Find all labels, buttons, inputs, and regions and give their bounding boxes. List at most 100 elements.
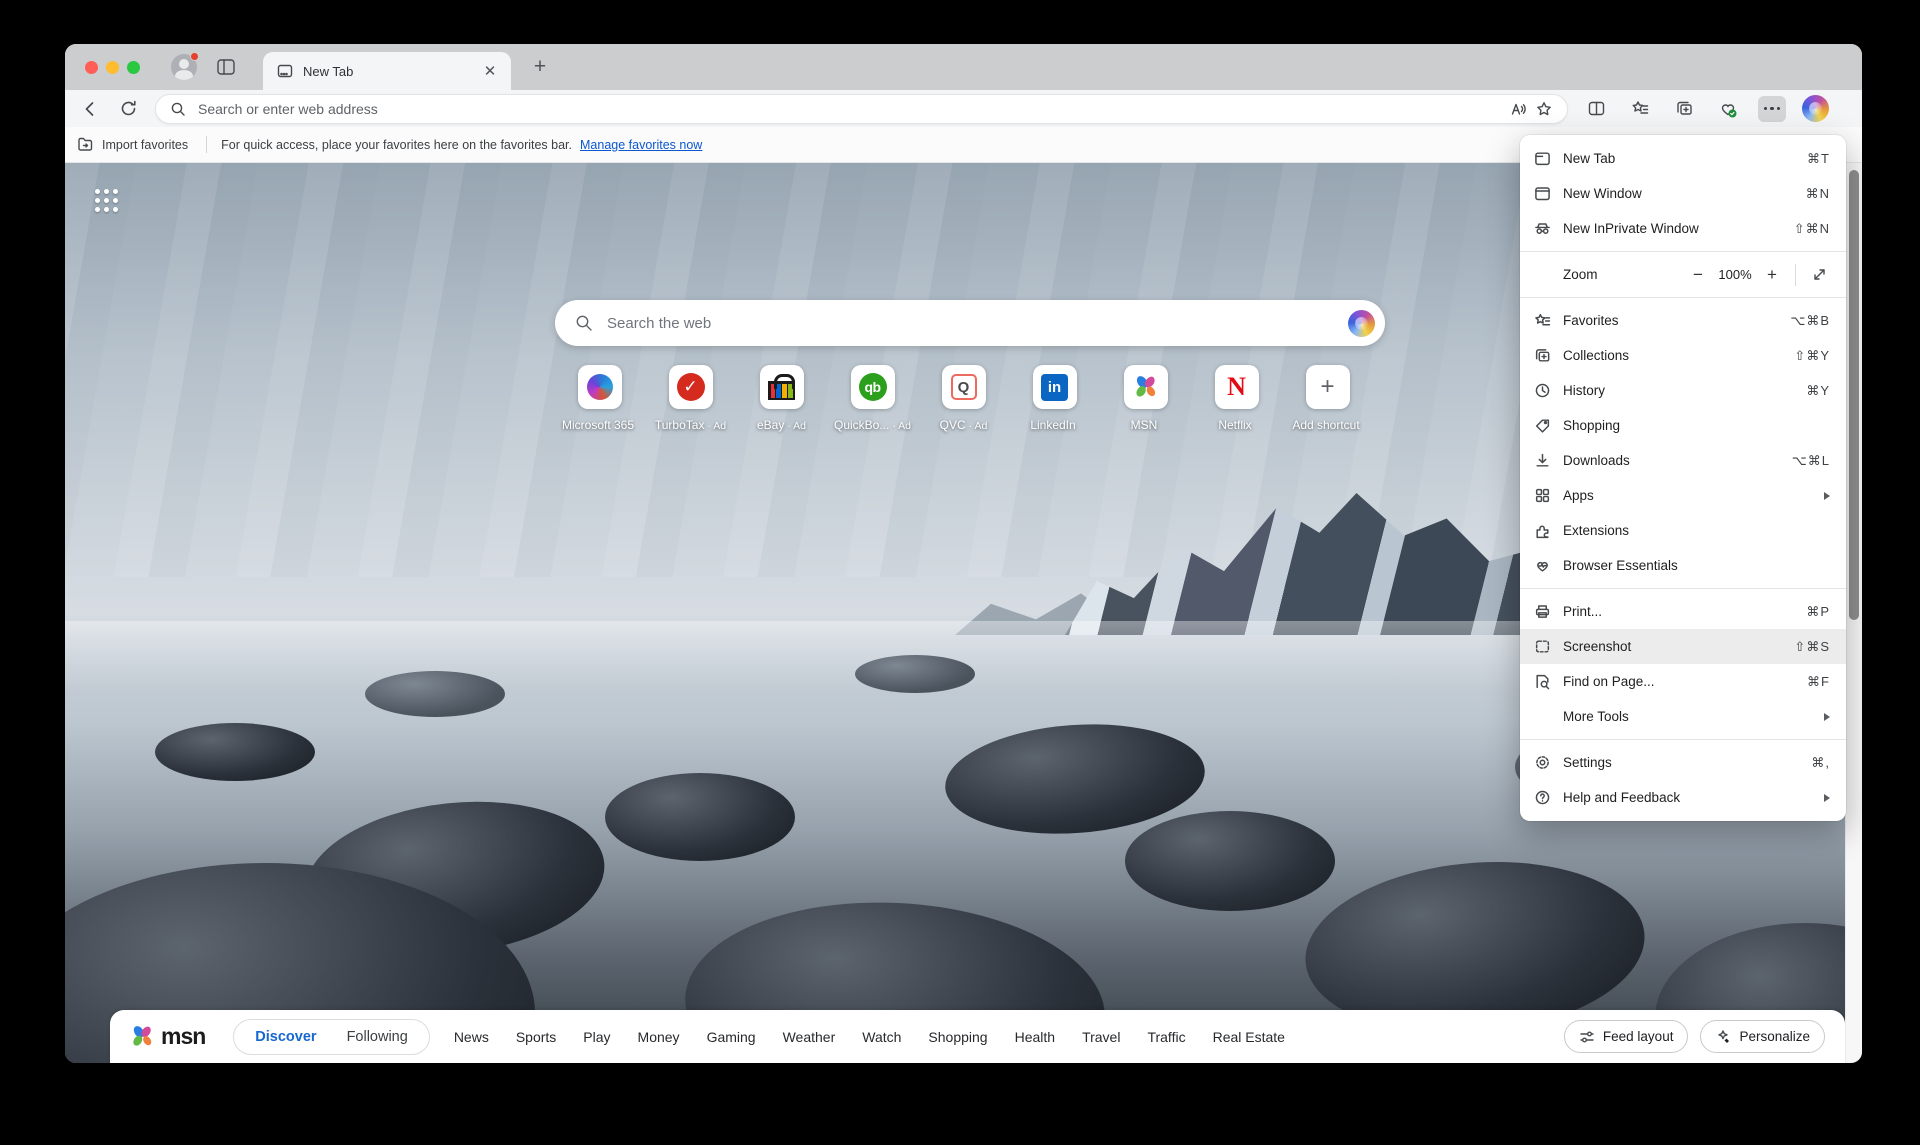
manage-favorites-link[interactable]: Manage favorites now [580, 138, 702, 152]
vertical-scrollbar[interactable] [1845, 163, 1862, 1063]
personalize-button[interactable]: Personalize [1700, 1020, 1825, 1053]
window-controls [85, 61, 140, 74]
shopping-icon [1534, 417, 1551, 434]
nav-link-watch[interactable]: Watch [862, 1029, 901, 1045]
copilot-icon[interactable] [1802, 95, 1829, 122]
more-tools-icon [1534, 708, 1551, 725]
tab-bar: New Tab ✕ + [65, 44, 1862, 90]
menu-item-favorites[interactable]: Favorites⌥⌘B [1520, 303, 1846, 338]
menu-item-new-window[interactable]: New Window⌘N [1520, 176, 1846, 211]
downloads-icon [1534, 452, 1551, 469]
shortcut-quickbooks[interactable]: qb QuickBo...· Ad [851, 365, 895, 432]
fullscreen-icon[interactable] [1806, 262, 1832, 288]
qvc-icon: Q [951, 374, 977, 400]
extensions-icon [1534, 522, 1551, 539]
minimize-window-button[interactable] [106, 61, 119, 74]
menu-item-new-inprivate-window[interactable]: New InPrivate Window⇧⌘N [1520, 211, 1846, 246]
shortcut-linkedin[interactable]: in LinkedIn [1033, 365, 1077, 432]
split-screen-icon[interactable] [1582, 96, 1610, 122]
find-on-page-icon [1534, 673, 1551, 690]
favorite-star-icon[interactable] [1531, 96, 1557, 122]
menu-item-downloads[interactable]: Downloads⌥⌘L [1520, 443, 1846, 478]
browser-essentials-icon[interactable] [1714, 96, 1742, 122]
scrollbar-thumb[interactable] [1849, 170, 1859, 620]
tab-icon [277, 63, 293, 79]
back-icon[interactable] [75, 95, 105, 123]
profile-avatar[interactable] [171, 54, 197, 80]
menu-item-find-on-page[interactable]: Find on Page...⌘F [1520, 664, 1846, 699]
collections-icon[interactable] [1670, 96, 1698, 122]
copilot-icon[interactable] [1348, 310, 1375, 337]
nav-link-real-estate[interactable]: Real Estate [1213, 1029, 1285, 1045]
address-bar[interactable] [155, 94, 1568, 124]
favbar-hint: For quick access, place your favorites h… [221, 138, 572, 152]
msn-logo[interactable]: msn [130, 1023, 205, 1050]
personalize-wand-icon [1715, 1029, 1731, 1045]
shortcut-qvc[interactable]: Q QVC· Ad [942, 365, 986, 432]
menu-item-more-tools[interactable]: More Tools [1520, 699, 1846, 734]
menu-item-extensions[interactable]: Extensions [1520, 513, 1846, 548]
shortcut-microsoft-365[interactable]: Microsoft 365 [578, 365, 622, 432]
app-launcher-icon[interactable] [95, 189, 118, 212]
tab-close-icon[interactable]: ✕ [479, 60, 501, 82]
zoom-in-button[interactable]: + [1759, 262, 1785, 288]
menu-item-help-and-feedback[interactable]: Help and Feedback [1520, 780, 1846, 815]
web-search-box[interactable] [555, 300, 1385, 346]
menu-item-apps[interactable]: Apps [1520, 478, 1846, 513]
new-tab-button[interactable]: + [527, 54, 553, 80]
zoom-out-button[interactable]: − [1685, 262, 1711, 288]
search-icon [170, 101, 186, 117]
browser-essentials-icon [1534, 557, 1551, 574]
close-window-button[interactable] [85, 61, 98, 74]
feed-layout-button[interactable]: Feed layout [1564, 1020, 1689, 1053]
menu-item-browser-essentials[interactable]: Browser Essentials [1520, 548, 1846, 583]
nav-link-money[interactable]: Money [638, 1029, 680, 1045]
tab-discover[interactable]: Discover [240, 1029, 331, 1045]
feed-mode-switch: Discover Following [233, 1019, 430, 1055]
nav-link-shopping[interactable]: Shopping [928, 1029, 987, 1045]
new-tab-icon [1534, 150, 1551, 167]
nav-link-gaming[interactable]: Gaming [707, 1029, 756, 1045]
menu-separator [1520, 588, 1846, 589]
menu-item-history[interactable]: History⌘Y [1520, 373, 1846, 408]
shortcut-turbotax[interactable]: ✓ TurboTax· Ad [669, 365, 713, 432]
menu-item-screenshot[interactable]: Screenshot⇧⌘S [1520, 629, 1846, 664]
msn-feed-bar: msn Discover Following News Sports Play … [110, 1010, 1845, 1063]
settings-gear-icon [1534, 754, 1551, 771]
menu-item-new-tab[interactable]: New Tab⌘T [1520, 141, 1846, 176]
tab-new-tab[interactable]: New Tab ✕ [263, 52, 511, 90]
read-aloud-icon[interactable] [1505, 96, 1531, 122]
help-icon [1534, 789, 1551, 806]
favorites-icon[interactable] [1626, 96, 1654, 122]
nav-link-weather[interactable]: Weather [783, 1029, 836, 1045]
menu-item-settings[interactable]: Settings⌘, [1520, 745, 1846, 780]
nav-link-play[interactable]: Play [583, 1029, 610, 1045]
nav-link-travel[interactable]: Travel [1082, 1029, 1120, 1045]
reload-icon[interactable] [113, 95, 143, 123]
add-shortcut-button[interactable]: + Add shortcut [1306, 365, 1350, 432]
web-search-input[interactable] [605, 314, 1348, 333]
menu-item-shopping[interactable]: Shopping [1520, 408, 1846, 443]
ebay-icon [768, 381, 795, 400]
shortcut-ebay[interactable]: eBay· Ad [760, 365, 804, 432]
import-favorites-button[interactable]: Import favorites [77, 136, 188, 153]
workspaces-icon[interactable] [215, 56, 237, 78]
menu-separator [1520, 739, 1846, 740]
menu-item-collections[interactable]: Collections⇧⌘Y [1520, 338, 1846, 373]
shortcut-msn[interactable]: MSN [1124, 365, 1168, 432]
menu-item-zoom: Zoom − 100% + [1520, 257, 1846, 292]
menu-item-print[interactable]: Print...⌘P [1520, 594, 1846, 629]
nav-link-health[interactable]: Health [1015, 1029, 1055, 1045]
nav-link-sports[interactable]: Sports [516, 1029, 556, 1045]
shortcut-netflix[interactable]: N Netflix [1215, 365, 1259, 432]
settings-and-more-icon[interactable] [1758, 96, 1786, 122]
new-window-icon [1534, 185, 1551, 202]
nav-link-news[interactable]: News [454, 1029, 489, 1045]
address-input[interactable] [196, 100, 1505, 118]
import-favorites-icon [77, 136, 94, 153]
tab-following[interactable]: Following [332, 1029, 423, 1045]
print-icon [1534, 603, 1551, 620]
nav-link-traffic[interactable]: Traffic [1147, 1029, 1185, 1045]
turbotax-icon: ✓ [677, 373, 705, 401]
zoom-window-button[interactable] [127, 61, 140, 74]
